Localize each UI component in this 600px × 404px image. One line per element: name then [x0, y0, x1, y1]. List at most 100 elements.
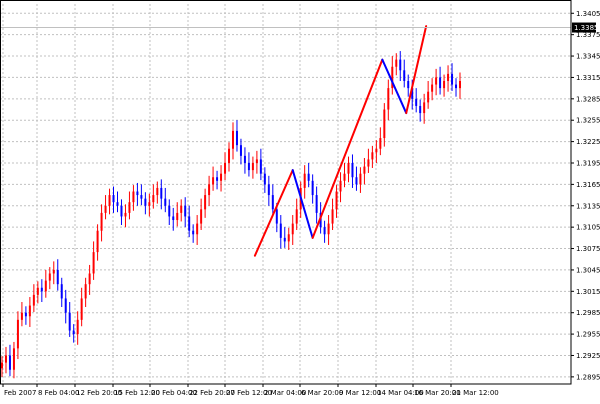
candle-up [287, 234, 290, 242]
candle-down [72, 330, 75, 335]
candle-up [204, 195, 207, 210]
candle-up [84, 284, 87, 299]
candle-down [144, 198, 147, 206]
candle-down [311, 180, 314, 196]
candle-up [124, 212, 127, 217]
candle-up [92, 252, 95, 274]
candle-down [239, 145, 242, 156]
x-tick-label: 6 Mar 20:00 [301, 389, 343, 397]
candle-up [128, 202, 131, 213]
candle-down [263, 173, 266, 185]
y-tick-label: 1.3285 [576, 95, 600, 103]
candle-up [152, 195, 155, 203]
candle-up [383, 109, 386, 139]
candle-up [327, 223, 330, 235]
candle-down [160, 187, 163, 199]
candle-up [1, 362, 3, 369]
candle-up [88, 273, 91, 285]
candle-down [8, 355, 11, 370]
candle-up [367, 159, 370, 167]
candle-down [275, 209, 278, 224]
candle-up [52, 269, 55, 274]
candle-up [80, 298, 83, 320]
candle-up [200, 209, 203, 224]
candle-up [295, 209, 298, 224]
y-tick-label: 1.3015 [576, 288, 600, 296]
candle-up [180, 205, 183, 213]
candle-down [279, 223, 282, 238]
candle-down [259, 159, 262, 174]
candle-up [459, 80, 461, 89]
y-tick-label: 1.3255 [576, 117, 600, 125]
candle-down [403, 70, 406, 81]
candle-down [136, 191, 139, 196]
candle-up [132, 191, 135, 203]
candle-up [220, 173, 223, 181]
y-tick-label: 1.3105 [576, 224, 600, 232]
candle-down [116, 202, 119, 206]
candle-up [224, 162, 227, 174]
candle-down [216, 177, 219, 181]
x-tick-label: 2 Mar 04:00 [264, 389, 306, 397]
candle-down [419, 105, 422, 114]
candle-down [415, 98, 418, 106]
candle-up [335, 191, 338, 210]
candle-up [339, 180, 342, 192]
candle-up [212, 177, 215, 185]
candle-up [231, 130, 234, 149]
y-tick-label: 1.2925 [576, 352, 600, 360]
candle-up [447, 73, 450, 81]
y-tick-label: 1.3225 [576, 138, 600, 146]
candle-down [112, 195, 115, 203]
candle-up [303, 173, 306, 188]
chart-window: 1.2895 1.2925 1.2955 1.2985 1.3015 1.3045 1.30… [0, 0, 600, 400]
candle-up [347, 162, 350, 174]
candle-down [40, 287, 43, 292]
candle-up [76, 319, 79, 335]
x-tick-label: 9 Mar 12:00 [339, 389, 381, 397]
candle-down [355, 177, 358, 185]
candle-up [100, 212, 103, 231]
candle-up [435, 77, 438, 85]
candle-up [104, 205, 107, 213]
candle-down [168, 205, 171, 217]
candle-down [68, 312, 71, 331]
candle-up [359, 173, 362, 185]
candle-down [315, 195, 318, 213]
candle-up [363, 166, 366, 174]
candle-up [375, 148, 378, 153]
candle-up [423, 102, 426, 114]
candle-down [235, 130, 238, 146]
y-tick-label: 1.3405 [576, 10, 600, 18]
candle-down [24, 312, 27, 317]
candle-up [251, 162, 254, 171]
candle-up [431, 84, 434, 92]
candle-down [164, 198, 167, 206]
x-tick-label: 21 Mar 12:00 [452, 389, 499, 397]
candle-down [323, 227, 326, 235]
y-tick-label: 1.2985 [576, 309, 600, 317]
candle-up [371, 152, 374, 160]
candle-down [439, 77, 442, 89]
candle-down [267, 184, 270, 196]
x-tick-label: 8 Feb 04:00 [38, 389, 79, 397]
candle-up [44, 280, 47, 292]
candle-up [32, 294, 35, 306]
candle-up [176, 212, 179, 221]
candle-up [20, 312, 23, 320]
y-tick-label: 1.3315 [576, 74, 600, 82]
candle-up [395, 59, 398, 67]
candle-up [379, 138, 382, 149]
candle-down [399, 59, 402, 71]
candle-down [64, 298, 67, 313]
candle-down [271, 195, 274, 210]
candle-up [4, 355, 7, 363]
current-price-label: 1.3385 [574, 24, 599, 32]
candle-up [156, 187, 159, 196]
candle-down [56, 269, 59, 285]
candle-up [228, 148, 231, 163]
candle-up [208, 184, 211, 196]
candle-up [36, 287, 39, 295]
price-chart: 1.2895 1.2925 1.2955 1.2985 1.3015 1.3045 1.30… [0, 0, 600, 400]
candle-up [343, 173, 346, 181]
